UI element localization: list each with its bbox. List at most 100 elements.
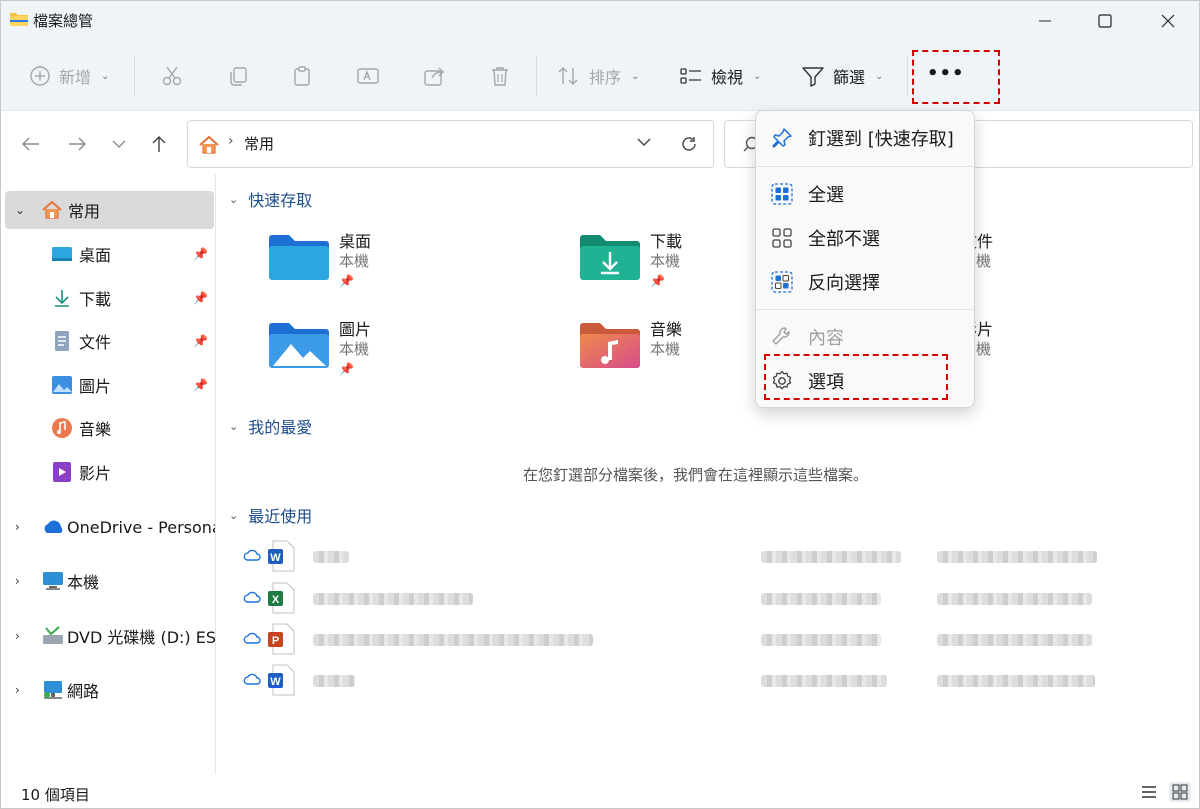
tile-location: 本機 [339, 340, 370, 358]
document-icon [51, 330, 73, 352]
network-icon [41, 679, 63, 701]
sidebar-item-pictures[interactable]: 圖片 📌 [1, 366, 215, 404]
chevron-right-icon[interactable]: › [15, 520, 20, 534]
menu-item-label: 全選 [808, 185, 844, 206]
navigation-row: › 常用 [1, 112, 1199, 174]
folder-app-icon [10, 13, 28, 26]
back-button[interactable] [17, 130, 45, 158]
section-title: 快速存取 [248, 191, 313, 210]
tiles-view-button[interactable] [1169, 782, 1191, 802]
copy-button[interactable] [227, 57, 249, 95]
tile-name: 下載 [650, 232, 683, 251]
file-explorer-window: 檔案總管 新增 ⌄ 排序 ⌄ 檢視 ⌄ 篩選 ⌄ ••• › 常用 ⌄ 常用 桌… [0, 0, 1200, 809]
tile-name: 桌面 [339, 232, 372, 251]
recent-locations-button[interactable] [105, 130, 133, 158]
arrow-right-icon [69, 137, 86, 151]
minimize-button[interactable] [1016, 1, 1074, 41]
sidebar-item-this-pc[interactable]: › 本機 [1, 562, 215, 600]
table-row[interactable]: X [217, 580, 1199, 618]
home-icon [41, 199, 63, 221]
refresh-icon[interactable] [680, 135, 698, 153]
chevron-down-icon[interactable]: ⌄ [15, 203, 25, 217]
table-row[interactable]: W [217, 538, 1199, 576]
sidebar-item-downloads[interactable]: 下載 📌 [1, 279, 215, 317]
sidebar-item-videos[interactable]: 影片 [1, 453, 215, 491]
scissors-icon [162, 66, 182, 86]
delete-button[interactable] [489, 57, 511, 95]
sidebar-item-label: 影片 [79, 464, 112, 483]
blurred-modified-date [761, 675, 887, 687]
menu-item-label: 反向選擇 [808, 273, 880, 294]
menu-item-select-all[interactable]: 全選 [756, 174, 976, 214]
tile-location: 本機 [650, 340, 681, 358]
toolbar-divider [536, 55, 537, 97]
breadcrumb[interactable]: 常用 [244, 133, 274, 154]
sidebar-item-label: 圖片 [79, 377, 112, 396]
blurred-modified-date [761, 593, 881, 605]
up-button[interactable] [145, 130, 173, 158]
sort-button[interactable]: 排序 ⌄ [557, 57, 639, 95]
arrow-left-icon [22, 137, 39, 151]
menu-item-properties[interactable]: 內容 [756, 317, 976, 357]
share-button[interactable] [423, 57, 445, 95]
menu-item-pin-quick-access[interactable]: 釘選到 [快速存取] [756, 118, 976, 158]
more-options-button[interactable]: ••• [927, 63, 965, 84]
sidebar-item-network[interactable]: › 網路 [1, 671, 215, 709]
blurred-location [937, 675, 1095, 687]
tile-name: 圖片 [339, 320, 372, 339]
menu-item-label: 釘選到 [快速存取] [808, 129, 954, 150]
invert-selection-icon [770, 270, 794, 294]
menu-divider [756, 166, 976, 167]
sidebar-item-music[interactable]: 音樂 [1, 409, 215, 447]
section-header-recent[interactable]: ⌄ 最近使用 [229, 503, 312, 527]
pin-icon: 📌 [650, 274, 665, 288]
paste-button[interactable] [291, 57, 313, 95]
clipboard-icon [294, 66, 310, 86]
section-header-favorites[interactable]: ⌄ 我的最愛 [229, 414, 312, 438]
menu-item-select-none[interactable]: 全部不選 [756, 218, 976, 258]
command-bar: 新增 ⌄ 排序 ⌄ 檢視 ⌄ 篩選 ⌄ [1, 41, 1199, 111]
sidebar-item-onedrive[interactable]: › OneDrive - Persona [1, 508, 215, 546]
details-view-icon[interactable] [1141, 785, 1157, 799]
maximize-button[interactable] [1076, 1, 1134, 41]
cut-button[interactable] [161, 57, 183, 95]
dvd-drive-icon [41, 625, 63, 647]
sidebar-item-home[interactable]: ⌄ 常用 [5, 191, 214, 229]
sidebar-item-documents[interactable]: 文件 📌 [1, 322, 215, 360]
sidebar-item-label: 常用 [68, 202, 101, 221]
folder-tile-desktop[interactable]: 桌面 本機 📌 [269, 228, 569, 298]
rename-button[interactable] [356, 57, 380, 95]
view-button[interactable]: 檢視 ⌄ [679, 57, 761, 95]
folder-tile-pictures[interactable]: 圖片 本機 📌 [269, 316, 569, 386]
item-count: 10 個項目 [21, 786, 90, 804]
chevron-right-icon[interactable]: › [15, 683, 20, 697]
menu-item-invert-selection[interactable]: 反向選擇 [756, 262, 976, 302]
home-icon [199, 135, 219, 154]
word-file-icon: W [268, 540, 295, 572]
word-file-icon: W [268, 664, 295, 696]
wrench-icon [770, 325, 794, 349]
table-row[interactable]: P [217, 621, 1199, 659]
chevron-down-icon[interactable] [636, 135, 652, 149]
folder-pictures-icon [269, 323, 329, 368]
status-bar: 10 個項目 [1, 774, 1199, 808]
close-button[interactable] [1139, 1, 1197, 41]
section-header-quick-access[interactable]: ⌄ 快速存取 [229, 187, 312, 211]
sidebar-item-desktop[interactable]: 桌面 📌 [1, 235, 215, 273]
new-button[interactable]: 新增 ⌄ [29, 57, 109, 95]
sidebar-item-label: 本機 [67, 573, 100, 592]
table-row[interactable]: W [217, 662, 1199, 700]
select-all-icon [770, 182, 794, 206]
new-label: 新增 [59, 68, 92, 87]
arrow-up-icon [152, 136, 166, 152]
blurred-file-name [313, 675, 355, 687]
excel-file-icon: X [268, 582, 295, 614]
address-bar[interactable]: › 常用 [187, 120, 714, 168]
pin-icon: 📌 [193, 291, 208, 305]
forward-button[interactable] [63, 130, 91, 158]
chevron-down-icon: ⌄ [229, 192, 239, 206]
chevron-right-icon[interactable]: › [15, 574, 20, 588]
chevron-right-icon[interactable]: › [15, 629, 20, 643]
sidebar-item-dvd-drive[interactable]: › DVD 光碟機 (D:) ESD [1, 617, 215, 655]
filter-button[interactable]: 篩選 ⌄ [801, 57, 883, 95]
